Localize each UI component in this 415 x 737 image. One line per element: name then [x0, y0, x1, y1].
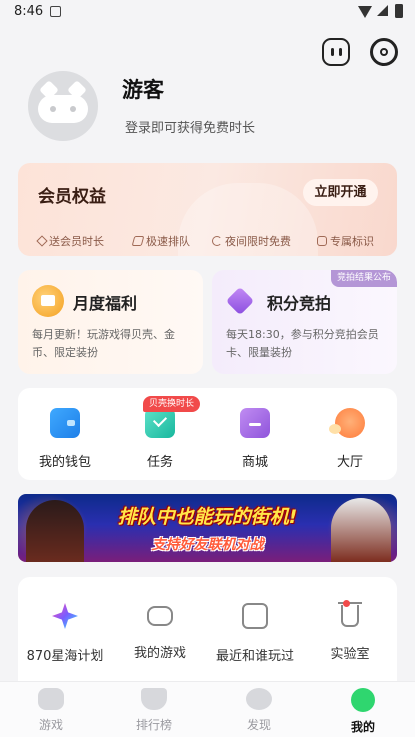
- shop-entry[interactable]: 商城: [220, 408, 290, 470]
- tab-mine[interactable]: 我的: [323, 688, 403, 735]
- flask-icon: [338, 602, 362, 627]
- gamepad-tab-icon: [38, 688, 64, 710]
- status-bar: 8:46: [0, 0, 415, 26]
- perk-night-free: 夜间限时免费: [212, 233, 291, 249]
- tab-ranking[interactable]: 排行榜: [114, 688, 194, 733]
- lobby-icon: [329, 408, 365, 438]
- moon-icon: [212, 236, 222, 246]
- recent-game-icon: [242, 603, 268, 629]
- quick-entry-panel: 我的钱包 任务 商城 大厅: [18, 388, 397, 480]
- avatar[interactable]: [28, 71, 98, 141]
- tab-discover[interactable]: 发现: [219, 688, 299, 733]
- star-icon: [52, 603, 78, 629]
- perk-fast-queue: 极速排队: [131, 233, 190, 249]
- signal-icon: [377, 5, 388, 16]
- app-notification-icon: [50, 6, 61, 17]
- lab-notification-dot: [343, 600, 350, 607]
- banner-subline: 支持好友联机对战: [151, 537, 264, 553]
- auction-result-tag: 竞拍结果公布: [330, 270, 397, 287]
- arcade-banner[interactable]: 排队中也能玩的街机! 支持好友联机对战: [18, 494, 397, 562]
- points-auction-card[interactable]: 竞拍结果公布 积分竞拍 每天18:30，参与积分竞拍会员卡、限量装扮: [212, 270, 397, 374]
- tasks-entry[interactable]: 任务: [125, 408, 195, 470]
- open-vip-button[interactable]: 立即开通: [303, 179, 378, 206]
- monthly-desc: 每月更新！玩游戏得贝壳、金币、限定装扮: [32, 328, 175, 359]
- status-time: 8:46: [14, 4, 44, 19]
- gift-icon: [36, 235, 48, 247]
- monthly-benefits-card[interactable]: 月度福利 每月更新！玩游戏得贝壳、金币、限定装扮: [18, 270, 203, 374]
- lightning-icon: [131, 236, 145, 246]
- mascot-tab-icon: [351, 688, 375, 712]
- settings-gear-icon[interactable]: [370, 38, 398, 66]
- shell-exchange-badge: 贝壳换时长: [143, 396, 201, 412]
- shop-bag-icon: [240, 408, 270, 438]
- tab-games[interactable]: 游戏: [11, 688, 91, 733]
- perk-exclusive-badge: 专属标识: [317, 233, 374, 249]
- bottom-tab-bar: 游戏 排行榜 发现 我的: [0, 681, 415, 737]
- wallet-icon: [50, 408, 80, 438]
- gamepad-icon: [147, 606, 173, 626]
- perk-member-time: 送会员时长: [36, 233, 104, 249]
- battery-icon: [395, 4, 403, 18]
- gift-box-icon: [32, 285, 64, 317]
- username[interactable]: 游客: [122, 74, 164, 104]
- vip-title: 会员权益: [38, 187, 106, 207]
- message-icon[interactable]: [322, 38, 350, 66]
- points-title: 积分竞拍: [267, 294, 332, 313]
- eye-tab-icon: [246, 688, 272, 710]
- shield-tab-icon: [141, 688, 167, 710]
- star-sea-plan-entry[interactable]: 870星海计划: [19, 603, 111, 664]
- lobby-entry[interactable]: 大厅: [315, 408, 385, 470]
- login-hint[interactable]: 登录即可获得免费时长: [125, 117, 255, 136]
- tools-panel: 870星海计划 我的游戏 最近和谁玩过 实验室: [18, 577, 397, 681]
- task-check-icon: [145, 408, 175, 438]
- wallet-entry[interactable]: 我的钱包: [30, 408, 100, 470]
- points-cube-icon: [226, 285, 258, 317]
- vip-benefits-card[interactable]: 会员权益 立即开通 送会员时长 极速排队 夜间限时免费 专属标识: [18, 163, 397, 256]
- points-desc: 每天18:30，参与积分竞拍会员卡、限量装扮: [226, 328, 379, 359]
- monthly-title: 月度福利: [73, 294, 138, 313]
- badge-icon: [317, 236, 327, 246]
- my-games-entry[interactable]: 我的游戏: [114, 603, 206, 661]
- wifi-icon: [358, 6, 372, 18]
- lab-entry[interactable]: 实验室: [304, 602, 396, 662]
- recent-players-entry[interactable]: 最近和谁玩过: [209, 603, 301, 664]
- banner-headline: 排队中也能玩的街机!: [117, 506, 298, 528]
